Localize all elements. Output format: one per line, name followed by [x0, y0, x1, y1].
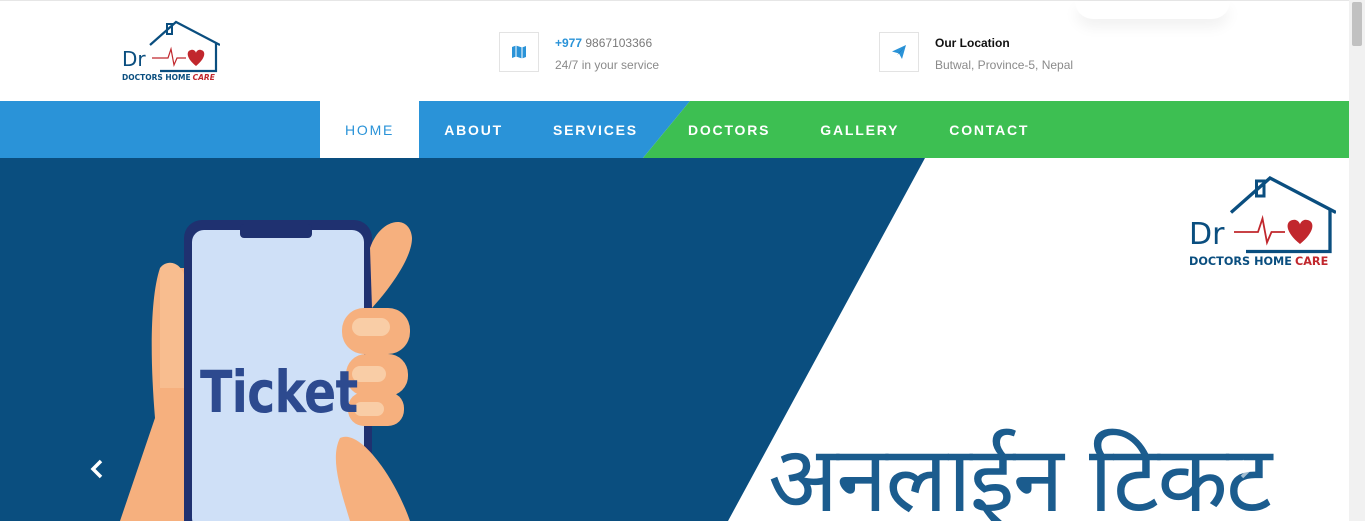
slider-next-button[interactable] [1238, 458, 1262, 484]
slider-prev-button[interactable] [89, 458, 113, 484]
site-logo[interactable]: Dr DOCTORS HOME CARE [120, 19, 220, 85]
hero-logo: Dr DOCTORS HOME CARE [1186, 172, 1336, 274]
scrollbar-thumb[interactable] [1352, 2, 1362, 46]
location-title: Our Location [935, 36, 1010, 50]
phone-ticket-text: Ticket [200, 358, 358, 426]
map-icon [499, 32, 539, 72]
svg-text:DOCTORS HOMECARE: DOCTORS HOME CARE [122, 73, 216, 82]
phone-info: +977 9867103366 24/7 in your service [499, 32, 659, 76]
nav-item-home[interactable]: HOME [320, 101, 420, 158]
main-navigation: HOME ABOUT SERVICES DOCTORS GALLERY CONT… [0, 101, 1349, 158]
doctors-home-care-logo: Dr DOCTORS HOME CARE [122, 20, 220, 82]
nav-item-doctors[interactable]: DOCTORS [663, 101, 795, 158]
location-address: Butwal, Province-5, Nepal [935, 58, 1074, 72]
decorative-shadow [1075, 1, 1230, 19]
phone-subtitle: 24/7 in your service [555, 58, 660, 72]
site-header: Dr DOCTORS HOME CARE +977 9867103366 24/7… [0, 0, 1349, 101]
location-info: Our Location Butwal, Province-5, Nepal [879, 32, 1073, 76]
nav-item-gallery[interactable]: GALLERY [795, 101, 924, 158]
chevron-left-icon [90, 459, 103, 479]
svg-text:Dr: Dr [122, 47, 146, 71]
nav-item-services[interactable]: SERVICES [528, 101, 663, 158]
nav-item-about[interactable]: ABOUT [419, 101, 528, 158]
chevron-right-icon [1240, 459, 1253, 479]
hero-slider: Ticket Dr DOCTORS HOME CARE अनलाईन टिकट [0, 158, 1349, 521]
phone-number[interactable]: +977 9867103366 [555, 32, 659, 54]
svg-text:DOCTORS HOMECARE: DOCTORS HOME CARE [1189, 255, 1328, 268]
doctors-home-care-logo-large: Dr DOCTORS HOME CARE [1189, 176, 1336, 268]
svg-text:Dr: Dr [1189, 217, 1225, 252]
paper-plane-icon [879, 32, 919, 72]
nav-item-contact[interactable]: CONTACT [924, 101, 1054, 158]
page-scrollbar[interactable] [1349, 0, 1365, 521]
hero-headline: अनलाईन टिकट [768, 426, 1272, 521]
